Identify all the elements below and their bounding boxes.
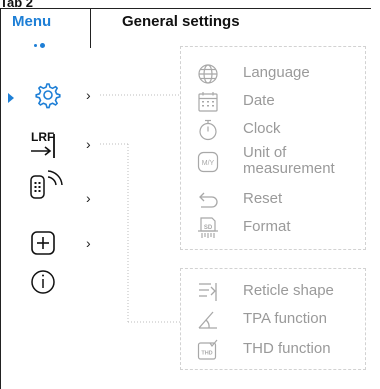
option-label: Reticle shape: [243, 282, 334, 299]
option-reset[interactable]: Reset: [181, 187, 365, 213]
option-unit-of-measurement[interactable]: M/Y Unit of measurement: [181, 145, 365, 181]
lrf-icon: LRF: [31, 130, 55, 158]
option-label: TPA function: [243, 310, 327, 327]
plus-box-icon: [31, 231, 55, 255]
globe-icon: [198, 64, 218, 84]
unit-icon: M/Y: [197, 151, 219, 173]
thd-icon-text: THD: [201, 351, 212, 357]
menu-item-info[interactable]: [30, 268, 64, 302]
option-label: Date: [243, 92, 275, 109]
reticle-shape-icon: [199, 283, 217, 301]
chevron-right-icon: ›: [86, 136, 91, 152]
option-clock[interactable]: Clock: [181, 117, 365, 143]
gear-icon: [35, 83, 61, 109]
option-label: Clock: [243, 120, 281, 137]
option-thd-function[interactable]: THD THD function: [181, 337, 365, 363]
option-language[interactable]: Language: [181, 61, 365, 87]
lrf-settings-panel: Reticle shape TPA function THD THD funct…: [180, 268, 366, 370]
stopwatch-icon: [199, 119, 217, 141]
option-format[interactable]: SD Format: [181, 215, 365, 241]
chevron-right-icon: ›: [86, 190, 91, 206]
menu-item-remote[interactable]: [30, 168, 64, 202]
chevron-right-icon: ›: [86, 235, 91, 251]
thd-icon: THD: [197, 339, 218, 360]
option-label: THD function: [243, 340, 331, 357]
menu-item-lrf[interactable]: LRF: [30, 126, 64, 160]
option-reticle-shape[interactable]: Reticle shape: [181, 279, 365, 305]
calendar-icon: [198, 92, 218, 112]
option-tpa-function[interactable]: TPA function: [181, 307, 365, 333]
remote-control-icon: [30, 170, 63, 199]
chevron-right-icon: ›: [86, 87, 91, 103]
option-label: Reset: [243, 190, 283, 207]
sd-card-text: SD: [204, 225, 213, 231]
menu-item-add[interactable]: [30, 228, 64, 262]
unit-icon-text: M/Y: [202, 160, 215, 167]
angle-icon: [198, 311, 217, 329]
lrf-icon-text: LRF: [31, 130, 54, 144]
option-label: Unit of measurement: [243, 144, 335, 177]
option-label: Language: [243, 64, 310, 81]
sd-card-icon: SD: [198, 217, 218, 238]
option-label: Format: [243, 218, 291, 235]
undo-arrow-icon: [199, 192, 218, 208]
menu-item-general[interactable]: [30, 78, 64, 112]
option-date[interactable]: Date: [181, 89, 365, 115]
selection-indicator: [8, 93, 14, 103]
info-icon: [31, 270, 55, 294]
general-settings-panel: Language Date Clock M/Y Unit of measurem…: [180, 46, 366, 250]
